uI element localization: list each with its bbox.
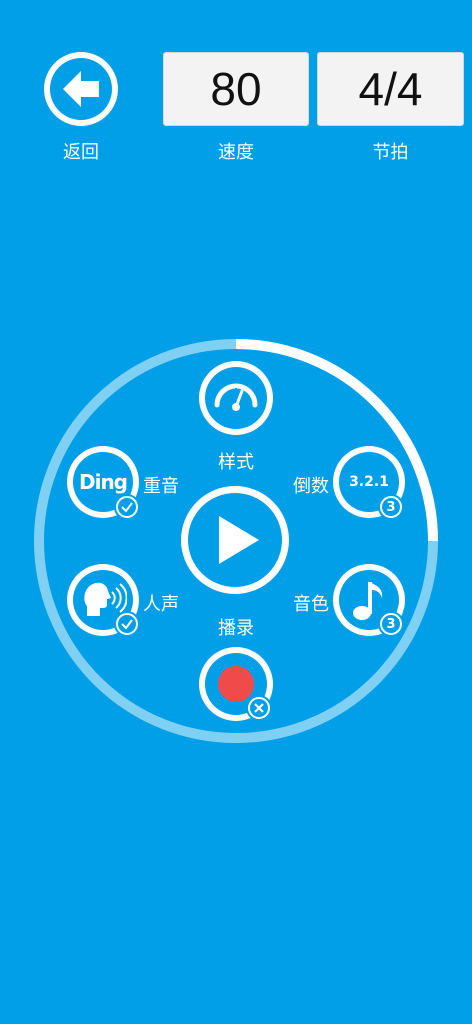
play-button[interactable] [181,486,289,594]
record-dot-icon [218,666,254,702]
ding-icon: Ding [78,470,128,494]
close-icon [254,703,264,713]
play-icon [219,516,259,564]
tone-count-badge: 3 [378,611,404,637]
countdown-label: 倒数 [293,476,329,497]
style-label: 样式 [218,452,254,473]
style-button[interactable] [199,361,273,435]
accent-label: 重音 [143,476,179,497]
voice-check-badge [114,611,140,637]
voice-label: 人声 [143,594,179,615]
tone-label: 音色 [293,594,329,615]
accent-check-badge [114,494,140,520]
check-icon [121,619,133,630]
record-label: 播录 [218,618,254,639]
check-icon [121,502,133,513]
record-off-badge [246,695,272,721]
gauge-icon [214,383,258,411]
countdown-count-badge: 3 [378,494,404,520]
countdown-icon: 3.2.1 [349,474,389,490]
